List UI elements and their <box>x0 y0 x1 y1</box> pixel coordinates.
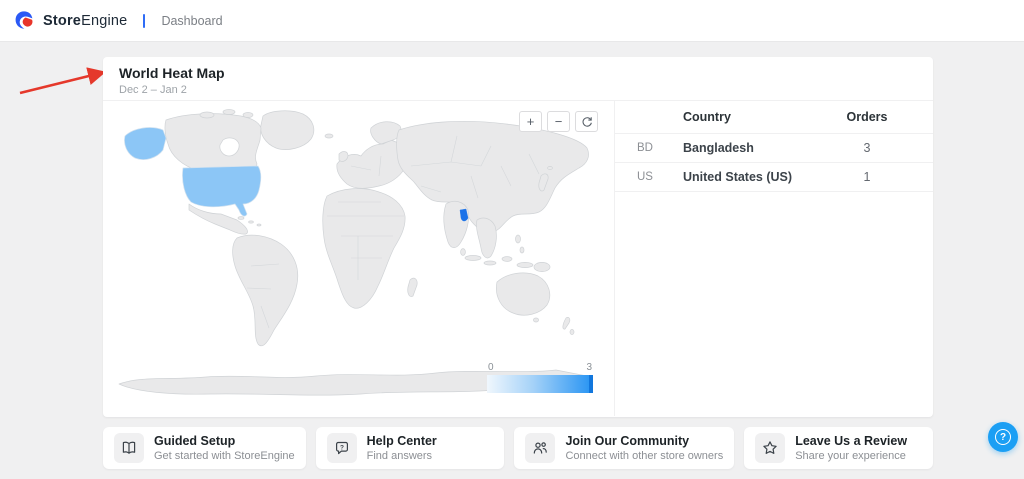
top-bar: StoreEngine Dashboard <box>0 0 1024 42</box>
world-heat-map[interactable] <box>111 106 605 402</box>
legend-gradient-bar[interactable] <box>487 375 593 393</box>
heat-legend: 0 3 <box>487 362 593 393</box>
card-subtitle: Find answers <box>366 449 433 462</box>
brand-name: StoreEngine <box>43 13 127 29</box>
card-title: Help Center <box>366 433 437 448</box>
brand-divider <box>143 13 146 28</box>
brand-light: Engine <box>81 12 128 29</box>
column-country: Country <box>683 110 731 124</box>
heatmap-card: World Heat Map Dec 2 – Jan 2 + − 0 3 Cou… <box>103 57 933 417</box>
help-fab-button[interactable]: ? <box>988 422 1018 452</box>
table-row-bangladesh[interactable]: BD Bangladesh 3 <box>615 134 933 163</box>
help-center-card[interactable]: ? Help Center Find answers <box>315 427 505 469</box>
orders-count: 1 <box>863 170 871 184</box>
people-icon <box>534 442 548 454</box>
question-mark-icon: ? <box>995 429 1011 445</box>
refresh-icon <box>582 116 592 127</box>
brand-bold: Store <box>43 12 82 29</box>
review-card[interactable]: Leave Us a Review Share your experience <box>744 427 934 469</box>
date-range: Dec 2 – Jan 2 <box>119 84 187 96</box>
heatmap-card-header: World Heat Map Dec 2 – Jan 2 <box>103 57 933 101</box>
card-title: Guided Setup <box>154 433 236 448</box>
community-card[interactable]: Join Our Community Connect with other st… <box>514 427 735 469</box>
map-country-alaska <box>124 127 167 160</box>
star-icon <box>763 441 777 454</box>
page-title: World Heat Map <box>119 65 225 81</box>
annotation-arrow <box>19 67 107 95</box>
svg-text:?: ? <box>340 444 344 451</box>
zoom-out-button[interactable]: − <box>547 111 570 132</box>
legend-max-label: 3 <box>586 362 592 373</box>
orders-table: Country Orders BD Bangladesh 3 US United… <box>615 101 933 416</box>
card-subtitle: Get started with StoreEngine <box>154 449 295 462</box>
quick-links-row: Guided Setup Get started with StoreEngin… <box>103 427 934 469</box>
table-row-united-states[interactable]: US United States (US) 1 <box>615 163 933 192</box>
zoom-in-button[interactable]: + <box>519 111 542 132</box>
breadcrumb-dashboard[interactable]: Dashboard <box>161 14 222 28</box>
legend-min-label: 0 <box>488 362 494 373</box>
reset-zoom-button[interactable] <box>575 111 598 132</box>
card-subtitle: Share your experience <box>795 449 906 462</box>
storeengine-logo-icon <box>15 11 33 29</box>
country-code: BD <box>637 142 653 154</box>
world-map-panel: + − 0 3 <box>103 101 615 416</box>
country-code: US <box>637 171 653 183</box>
column-orders: Orders <box>846 110 888 124</box>
card-title: Join Our Community <box>565 433 690 448</box>
orders-table-header: Country Orders <box>615 101 933 134</box>
book-icon <box>122 441 136 454</box>
guided-setup-card[interactable]: Guided Setup Get started with StoreEngin… <box>103 427 306 469</box>
card-title: Leave Us a Review <box>795 433 908 448</box>
chat-question-icon: ? <box>335 441 348 455</box>
country-name: United States (US) <box>683 170 793 184</box>
map-controls: + − <box>519 111 598 132</box>
country-name: Bangladesh <box>683 141 754 155</box>
orders-count: 3 <box>863 141 871 155</box>
card-subtitle: Connect with other store owners <box>565 449 724 462</box>
